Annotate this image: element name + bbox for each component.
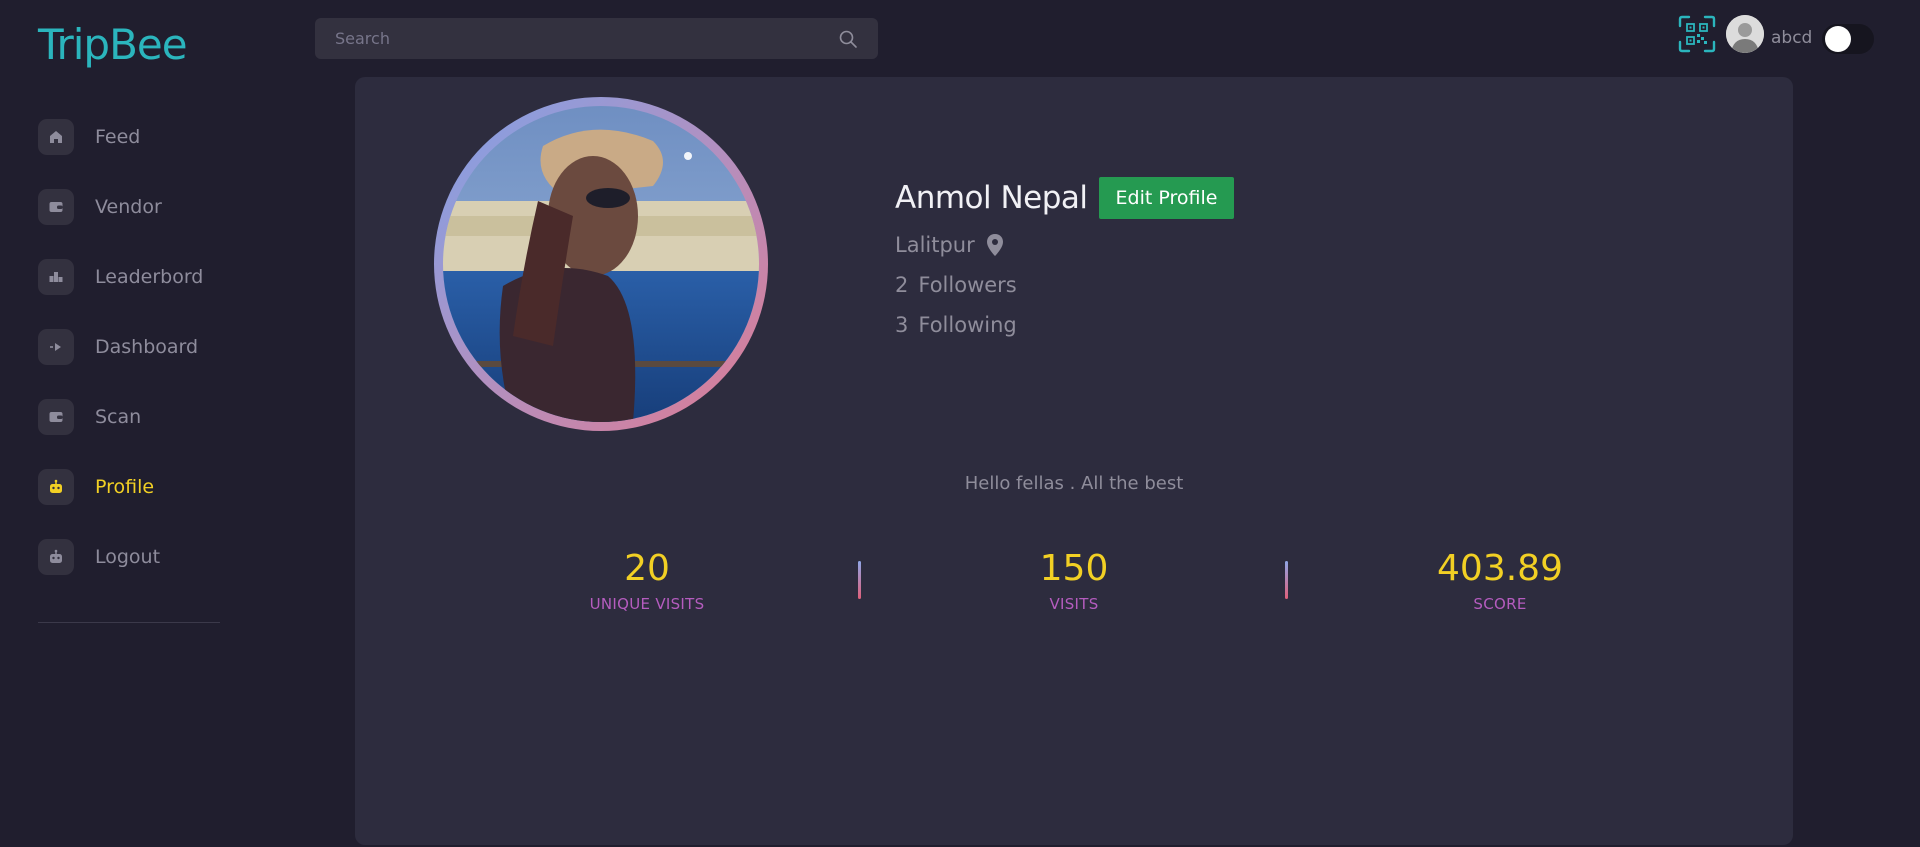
stat-visits: 150 VISITS: [944, 547, 1204, 613]
robot-icon: [38, 539, 74, 575]
following-label: Following: [918, 313, 1017, 337]
home-icon: [38, 119, 74, 155]
app-logo[interactable]: TripBee: [38, 20, 188, 69]
stat-value: 20: [624, 548, 670, 589]
user-avatar-icon: [1726, 15, 1764, 53]
sidebar-divider: [38, 622, 220, 623]
arrow-right-icon: [38, 329, 74, 365]
stat-label: SCORE: [1473, 595, 1527, 613]
sidebar-item-label: Dashboard: [95, 336, 199, 358]
theme-toggle[interactable]: [1822, 24, 1874, 54]
profile-photo-image: [443, 106, 759, 422]
sidebar: Feed Vendor Leaderbord Dashboard Scan Pr…: [38, 118, 220, 608]
sidebar-item-dashboard[interactable]: Dashboard: [38, 328, 220, 366]
profile-photo[interactable]: [443, 106, 759, 422]
wallet-icon: [38, 189, 74, 225]
sidebar-item-logout[interactable]: Logout: [38, 538, 220, 576]
stat-separator: [1285, 561, 1288, 599]
sidebar-item-feed[interactable]: Feed: [38, 118, 220, 156]
following-count: 3: [895, 313, 909, 337]
app-root: TripBee Search abcd Feed Vendor Leaderbo…: [0, 0, 1920, 847]
search-input[interactable]: [315, 18, 878, 59]
search-icon[interactable]: [838, 29, 858, 49]
followers-link[interactable]: 2 Followers: [895, 273, 1234, 297]
sidebar-item-leaderbord[interactable]: Leaderbord: [38, 258, 220, 296]
sidebar-item-profile[interactable]: Profile: [38, 468, 220, 506]
sidebar-item-label: Scan: [95, 406, 142, 428]
stat-label: UNIQUE VISITS: [589, 595, 705, 613]
sidebar-item-vendor[interactable]: Vendor: [38, 188, 220, 226]
search-bar: [315, 18, 878, 59]
following-link[interactable]: 3 Following: [895, 313, 1234, 337]
user-name[interactable]: abcd: [1771, 28, 1812, 48]
profile-bio: Hello fellas . All the best: [964, 473, 1184, 494]
profile-card: Anmol Nepal Edit Profile Lalitpur 2 Follo…: [355, 77, 1793, 845]
edit-profile-button[interactable]: Edit Profile: [1098, 177, 1235, 219]
stat-value: 403.89: [1437, 548, 1563, 589]
sidebar-item-label: Profile: [95, 476, 155, 498]
location-pin-icon: [986, 234, 1003, 256]
profile-info: Anmol Nepal Edit Profile Lalitpur 2 Follo…: [895, 177, 1235, 337]
sidebar-item-label: Logout: [95, 546, 161, 568]
profile-name: Anmol Nepal: [895, 180, 1088, 216]
qr-scan-icon[interactable]: [1678, 15, 1716, 53]
stat-value: 150: [1039, 548, 1109, 589]
sidebar-item-label: Leaderbord: [95, 266, 204, 288]
sidebar-item-scan[interactable]: Scan: [38, 398, 220, 436]
followers-count: 2: [895, 273, 909, 297]
sidebar-item-label: Feed: [95, 126, 141, 148]
stat-unique-visits: 20 UNIQUE VISITS: [517, 547, 777, 613]
stat-separator: [858, 561, 861, 599]
followers-label: Followers: [918, 273, 1017, 297]
toggle-knob: [1825, 26, 1851, 52]
sidebar-item-label: Vendor: [95, 196, 162, 218]
stat-score: 403.89 SCORE: [1370, 547, 1630, 613]
user-avatar[interactable]: [1726, 15, 1764, 53]
location-row: Lalitpur: [895, 233, 1234, 257]
robot-icon: [38, 469, 74, 505]
profile-location: Lalitpur: [895, 233, 975, 257]
wallet-icon: [38, 399, 74, 435]
name-row: Anmol Nepal Edit Profile: [895, 177, 1235, 219]
stat-label: VISITS: [1049, 595, 1099, 613]
leaderboard-icon: [38, 259, 74, 295]
profile-avatar-ring: [434, 97, 768, 431]
